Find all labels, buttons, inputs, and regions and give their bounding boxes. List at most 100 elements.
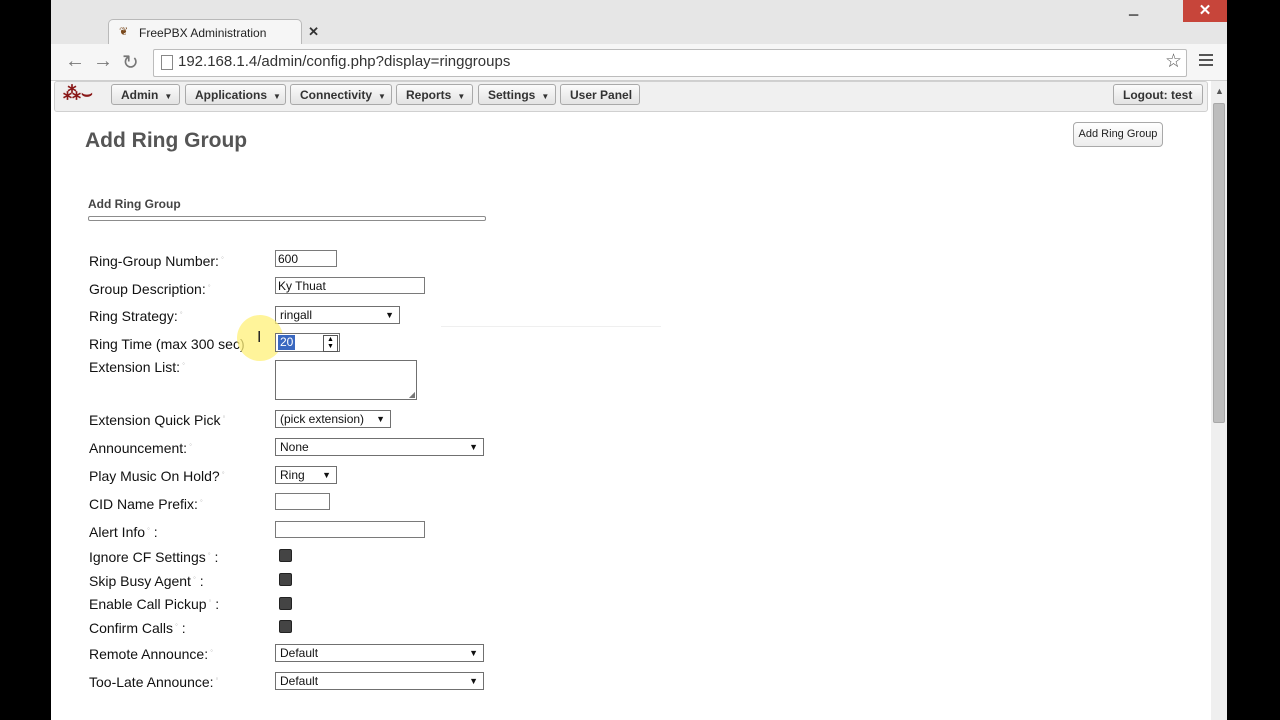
ignore-cf-label-text: Ignore CF Settings — [89, 549, 206, 565]
cid-name-prefix-label-text: CID Name Prefix: — [89, 496, 198, 512]
help-icon[interactable]: ◦ — [200, 496, 203, 505]
skip-busy-label: Skip Busy Agent ◦ : — [89, 573, 204, 589]
menu-settings[interactable]: Settings ▼ — [478, 84, 556, 105]
skip-busy-label-text: Skip Busy Agent — [89, 573, 191, 589]
help-icon[interactable]: ◦ — [223, 412, 226, 421]
tab-close-icon[interactable]: ✕ — [308, 24, 319, 40]
call-pickup-checkbox[interactable] — [279, 597, 292, 610]
page-icon — [161, 55, 173, 70]
menu-connectivity[interactable]: Connectivity ▼ — [290, 84, 392, 105]
add-ring-group-button[interactable]: Add Ring Group — [1073, 122, 1163, 147]
browser-tab[interactable]: ❦ FreePBX Administration ✕ — [108, 19, 319, 46]
minimize-icon[interactable]: ▁ — [1129, 2, 1149, 18]
bookmark-star-icon[interactable]: ☆ — [1165, 50, 1182, 73]
call-pickup-colon: : — [215, 596, 220, 612]
ring-strategy-label: Ring Strategy: ◦ — [89, 308, 183, 324]
menu-admin-label: Admin — [121, 88, 159, 102]
vertical-scrollbar[interactable]: ▲ — [1211, 81, 1227, 720]
menu-applications[interactable]: Applications ▼ — [185, 84, 286, 105]
play-moh-select[interactable]: Ring ▼ — [275, 466, 337, 484]
skip-busy-colon: : — [199, 573, 204, 589]
ring-group-number-label: Ring-Group Number: ◦ — [89, 253, 224, 269]
cid-name-prefix-input[interactable] — [275, 493, 330, 510]
chevron-down-icon: ▼ — [541, 92, 550, 101]
ring-time-spinner[interactable]: 20 ▲ ▼ — [275, 333, 340, 352]
ring-time-label: Ring Time (max 300 sec) — [89, 336, 245, 352]
browser-menu-icon[interactable] — [1199, 54, 1213, 69]
chevron-down-icon: ▼ — [457, 92, 466, 101]
logout-button[interactable]: Logout: test — [1113, 84, 1203, 105]
help-icon[interactable]: ◦ — [175, 620, 178, 629]
remote-announce-select[interactable]: Default ▼ — [275, 644, 484, 662]
cid-name-prefix-label: CID Name Prefix: ◦ — [89, 496, 203, 512]
back-arrow-icon[interactable]: ← — [65, 50, 85, 73]
help-icon[interactable]: ◦ — [222, 468, 225, 477]
remote-announce-label: Remote Announce: ◦ — [89, 646, 213, 662]
remote-announce-label-text: Remote Announce: — [89, 646, 209, 662]
help-icon[interactable]: ◦ — [209, 596, 212, 605]
call-pickup-label: Enable Call Pickup ◦ : — [89, 596, 219, 612]
freepbx-favicon-icon: ❦ — [119, 26, 129, 38]
alert-info-input[interactable] — [275, 521, 425, 538]
chevron-down-icon: ▼ — [469, 676, 478, 686]
ignore-cf-checkbox[interactable] — [279, 549, 292, 562]
section-title: Add Ring Group — [88, 197, 181, 211]
chevron-down-icon: ▼ — [385, 310, 394, 320]
extension-list-textarea[interactable]: ◢ — [275, 360, 417, 400]
play-moh-label: Play Music On Hold? ◦ — [89, 468, 225, 484]
tab-title: FreePBX Administration — [139, 26, 267, 40]
group-description-label: Group Description: ◦ — [89, 281, 211, 297]
url-text[interactable]: 192.168.1.4/admin/config.php?display=rin… — [178, 53, 510, 70]
help-icon[interactable]: ◦ — [147, 524, 150, 533]
menu-reports-label: Reports — [406, 88, 452, 102]
ignore-cf-colon: : — [214, 549, 219, 565]
announcement-label-text: Announcement: — [89, 440, 188, 456]
menu-admin[interactable]: Admin ▼ — [111, 84, 180, 105]
resize-grip-icon[interactable]: ◢ — [409, 390, 415, 399]
chevron-down-icon: ▼ — [378, 92, 386, 101]
scroll-up-icon[interactable]: ▲ — [1215, 86, 1224, 96]
ring-strategy-value: ringall — [280, 308, 313, 322]
menu-reports[interactable]: Reports ▼ — [396, 84, 473, 105]
help-icon[interactable]: ◦ — [182, 359, 185, 368]
menu-user-panel-label: User Panel — [570, 88, 633, 102]
extension-list-label: Extension List: ◦ — [89, 359, 185, 375]
menu-user-panel[interactable]: User Panel — [560, 84, 640, 105]
page-content: ⁂⌣ Admin ▼ Applications ▼ Connectivity ▼ Re… — [51, 81, 1211, 720]
confirm-calls-checkbox[interactable] — [279, 620, 292, 633]
window-close-button[interactable]: ✕ — [1183, 0, 1227, 22]
extension-quick-pick-select[interactable]: (pick extension) ▼ — [275, 410, 391, 428]
address-bar[interactable]: 192.168.1.4/admin/config.php?display=rin… — [153, 49, 1187, 77]
help-icon[interactable]: ◦ — [208, 549, 211, 558]
extension-list-label-text: Extension List: — [89, 359, 181, 375]
ring-time-value[interactable]: 20 — [278, 335, 296, 350]
ring-group-number-label-text: Ring-Group Number: — [89, 253, 219, 269]
help-icon[interactable]: ◦ — [221, 253, 224, 262]
chevron-down-icon: ▼ — [376, 414, 385, 424]
help-icon[interactable]: ◦ — [193, 573, 196, 582]
help-icon[interactable]: ◦ — [210, 646, 213, 655]
announcement-label: Announcement: ◦ — [89, 440, 192, 456]
ring-group-number-input[interactable]: 600 — [275, 250, 337, 267]
scrollbar-thumb[interactable] — [1213, 103, 1225, 423]
forward-arrow-icon[interactable]: → — [93, 50, 113, 73]
help-icon[interactable]: ◦ — [189, 440, 192, 449]
help-icon[interactable]: ◦ — [216, 674, 219, 683]
alert-info-label-text: Alert Info — [89, 524, 146, 540]
ring-strategy-select[interactable]: ringall ▼ — [275, 306, 400, 324]
too-late-announce-label-text: Too-Late Announce: — [89, 674, 214, 690]
too-late-announce-select[interactable]: Default ▼ — [275, 672, 484, 690]
play-moh-value: Ring — [280, 468, 305, 482]
help-icon[interactable]: ◦ — [180, 308, 183, 317]
help-icon[interactable]: ◦ — [208, 281, 211, 290]
announcement-select[interactable]: None ▼ — [275, 438, 484, 456]
freepbx-logo-icon[interactable]: ⁂⌣ — [63, 83, 93, 104]
spinner-arrows-icon[interactable]: ▲ ▼ — [323, 335, 338, 352]
reload-icon[interactable]: ↻ — [122, 50, 139, 75]
skip-busy-checkbox[interactable] — [279, 573, 292, 586]
play-moh-label-text: Play Music On Hold? — [89, 468, 220, 484]
tab-strip: ❦ FreePBX Administration ✕ ▁ ✕ — [51, 0, 1227, 46]
chevron-down-icon: ▼ — [273, 92, 281, 101]
group-description-input[interactable]: Ky Thuat — [275, 277, 425, 294]
menu-applications-label: Applications — [195, 88, 268, 102]
